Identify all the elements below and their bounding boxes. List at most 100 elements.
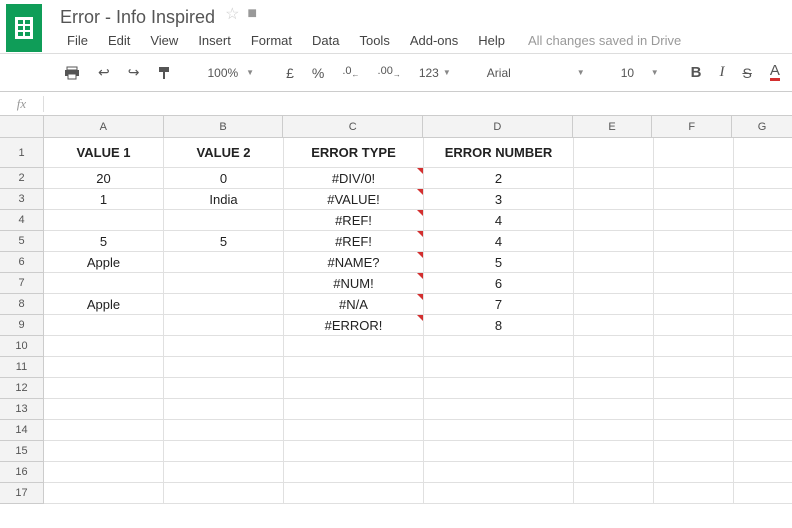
cell-G6[interactable] bbox=[734, 252, 792, 273]
cell-D6[interactable]: 5 bbox=[424, 252, 574, 273]
row-header[interactable]: 11 bbox=[0, 357, 44, 378]
cell-E14[interactable] bbox=[574, 420, 654, 441]
cell-A4[interactable] bbox=[44, 210, 164, 231]
cell-F8[interactable] bbox=[654, 294, 734, 315]
column-header-B[interactable]: B bbox=[164, 116, 284, 137]
menu-addons[interactable]: Add-ons bbox=[401, 29, 467, 52]
cell-F3[interactable] bbox=[654, 189, 734, 210]
cell-F5[interactable] bbox=[654, 231, 734, 252]
cell-E8[interactable] bbox=[574, 294, 654, 315]
cell-F4[interactable] bbox=[654, 210, 734, 231]
cell-G8[interactable] bbox=[734, 294, 792, 315]
cell-E9[interactable] bbox=[574, 315, 654, 336]
cell-D1[interactable]: ERROR NUMBER bbox=[424, 138, 574, 168]
cell-C17[interactable] bbox=[284, 483, 424, 504]
percent-button[interactable]: % bbox=[306, 61, 330, 85]
row-header[interactable]: 15 bbox=[0, 441, 44, 462]
cell-A12[interactable] bbox=[44, 378, 164, 399]
cell-A7[interactable] bbox=[44, 273, 164, 294]
cell-F15[interactable] bbox=[654, 441, 734, 462]
row-header[interactable]: 14 bbox=[0, 420, 44, 441]
row-header[interactable]: 5 bbox=[0, 231, 44, 252]
cell-G3[interactable] bbox=[734, 189, 792, 210]
increase-decimal-button[interactable]: .00→ bbox=[372, 61, 407, 83]
row-header[interactable]: 6 bbox=[0, 252, 44, 273]
row-header[interactable]: 9 bbox=[0, 315, 44, 336]
sheets-logo[interactable] bbox=[6, 4, 42, 52]
cell-F7[interactable] bbox=[654, 273, 734, 294]
cell-E6[interactable] bbox=[574, 252, 654, 273]
cell-G12[interactable] bbox=[734, 378, 792, 399]
cell-D15[interactable] bbox=[424, 441, 574, 462]
cell-G13[interactable] bbox=[734, 399, 792, 420]
star-icon[interactable]: ☆ bbox=[225, 4, 239, 24]
cell-D2[interactable]: 2 bbox=[424, 168, 574, 189]
cell-A10[interactable] bbox=[44, 336, 164, 357]
row-header[interactable]: 12 bbox=[0, 378, 44, 399]
folder-icon[interactable]: ■ bbox=[247, 5, 257, 23]
menu-help[interactable]: Help bbox=[469, 29, 514, 52]
cell-C9[interactable]: #ERROR! bbox=[284, 315, 424, 336]
menu-data[interactable]: Data bbox=[303, 29, 348, 52]
cell-B15[interactable] bbox=[164, 441, 284, 462]
cell-B13[interactable] bbox=[164, 399, 284, 420]
cell-D7[interactable]: 6 bbox=[424, 273, 574, 294]
cell-D14[interactable] bbox=[424, 420, 574, 441]
cell-C12[interactable] bbox=[284, 378, 424, 399]
cell-B4[interactable] bbox=[164, 210, 284, 231]
cell-E3[interactable] bbox=[574, 189, 654, 210]
row-header[interactable]: 8 bbox=[0, 294, 44, 315]
menu-edit[interactable]: Edit bbox=[99, 29, 139, 52]
cell-F11[interactable] bbox=[654, 357, 734, 378]
cell-E15[interactable] bbox=[574, 441, 654, 462]
cell-B7[interactable] bbox=[164, 273, 284, 294]
cell-B1[interactable]: VALUE 2 bbox=[164, 138, 284, 168]
cell-D13[interactable] bbox=[424, 399, 574, 420]
text-color-button[interactable]: A bbox=[764, 60, 786, 85]
cell-G4[interactable] bbox=[734, 210, 792, 231]
cell-F14[interactable] bbox=[654, 420, 734, 441]
cell-D9[interactable]: 8 bbox=[424, 315, 574, 336]
menu-file[interactable]: File bbox=[58, 29, 97, 52]
currency-button[interactable]: £ bbox=[280, 61, 300, 85]
cell-G15[interactable] bbox=[734, 441, 792, 462]
row-header[interactable]: 3 bbox=[0, 189, 44, 210]
undo-icon[interactable]: ↩ bbox=[92, 60, 116, 85]
column-header-G[interactable]: G bbox=[732, 116, 792, 137]
cell-C1[interactable]: ERROR TYPE bbox=[284, 138, 424, 168]
cell-A14[interactable] bbox=[44, 420, 164, 441]
redo-icon[interactable]: ↪ bbox=[122, 60, 146, 85]
more-formats-dropdown[interactable]: 123▼ bbox=[413, 63, 457, 83]
cell-C15[interactable] bbox=[284, 441, 424, 462]
cell-A6[interactable]: Apple bbox=[44, 252, 164, 273]
cell-D16[interactable] bbox=[424, 462, 574, 483]
cell-F13[interactable] bbox=[654, 399, 734, 420]
cell-B3[interactable]: India bbox=[164, 189, 284, 210]
document-title[interactable]: Error - Info Inspired bbox=[60, 7, 215, 28]
cell-G10[interactable] bbox=[734, 336, 792, 357]
cell-B11[interactable] bbox=[164, 357, 284, 378]
zoom-dropdown[interactable]: 100%▼ bbox=[197, 61, 260, 85]
cell-E10[interactable] bbox=[574, 336, 654, 357]
cell-A9[interactable] bbox=[44, 315, 164, 336]
row-header[interactable]: 16 bbox=[0, 462, 44, 483]
row-header[interactable]: 17 bbox=[0, 483, 44, 504]
row-header[interactable]: 2 bbox=[0, 168, 44, 189]
column-header-E[interactable]: E bbox=[573, 116, 653, 137]
cell-E17[interactable] bbox=[574, 483, 654, 504]
cell-E4[interactable] bbox=[574, 210, 654, 231]
cell-F6[interactable] bbox=[654, 252, 734, 273]
cell-A1[interactable]: VALUE 1 bbox=[44, 138, 164, 168]
cell-G14[interactable] bbox=[734, 420, 792, 441]
cell-E13[interactable] bbox=[574, 399, 654, 420]
cell-F2[interactable] bbox=[654, 168, 734, 189]
paint-format-icon[interactable] bbox=[151, 62, 177, 84]
cell-A5[interactable]: 5 bbox=[44, 231, 164, 252]
cell-B2[interactable]: 0 bbox=[164, 168, 284, 189]
menu-view[interactable]: View bbox=[141, 29, 187, 52]
cell-E12[interactable] bbox=[574, 378, 654, 399]
formula-input[interactable] bbox=[44, 96, 792, 111]
cell-C7[interactable]: #NUM! bbox=[284, 273, 424, 294]
cell-B17[interactable] bbox=[164, 483, 284, 504]
column-header-C[interactable]: C bbox=[283, 116, 423, 137]
